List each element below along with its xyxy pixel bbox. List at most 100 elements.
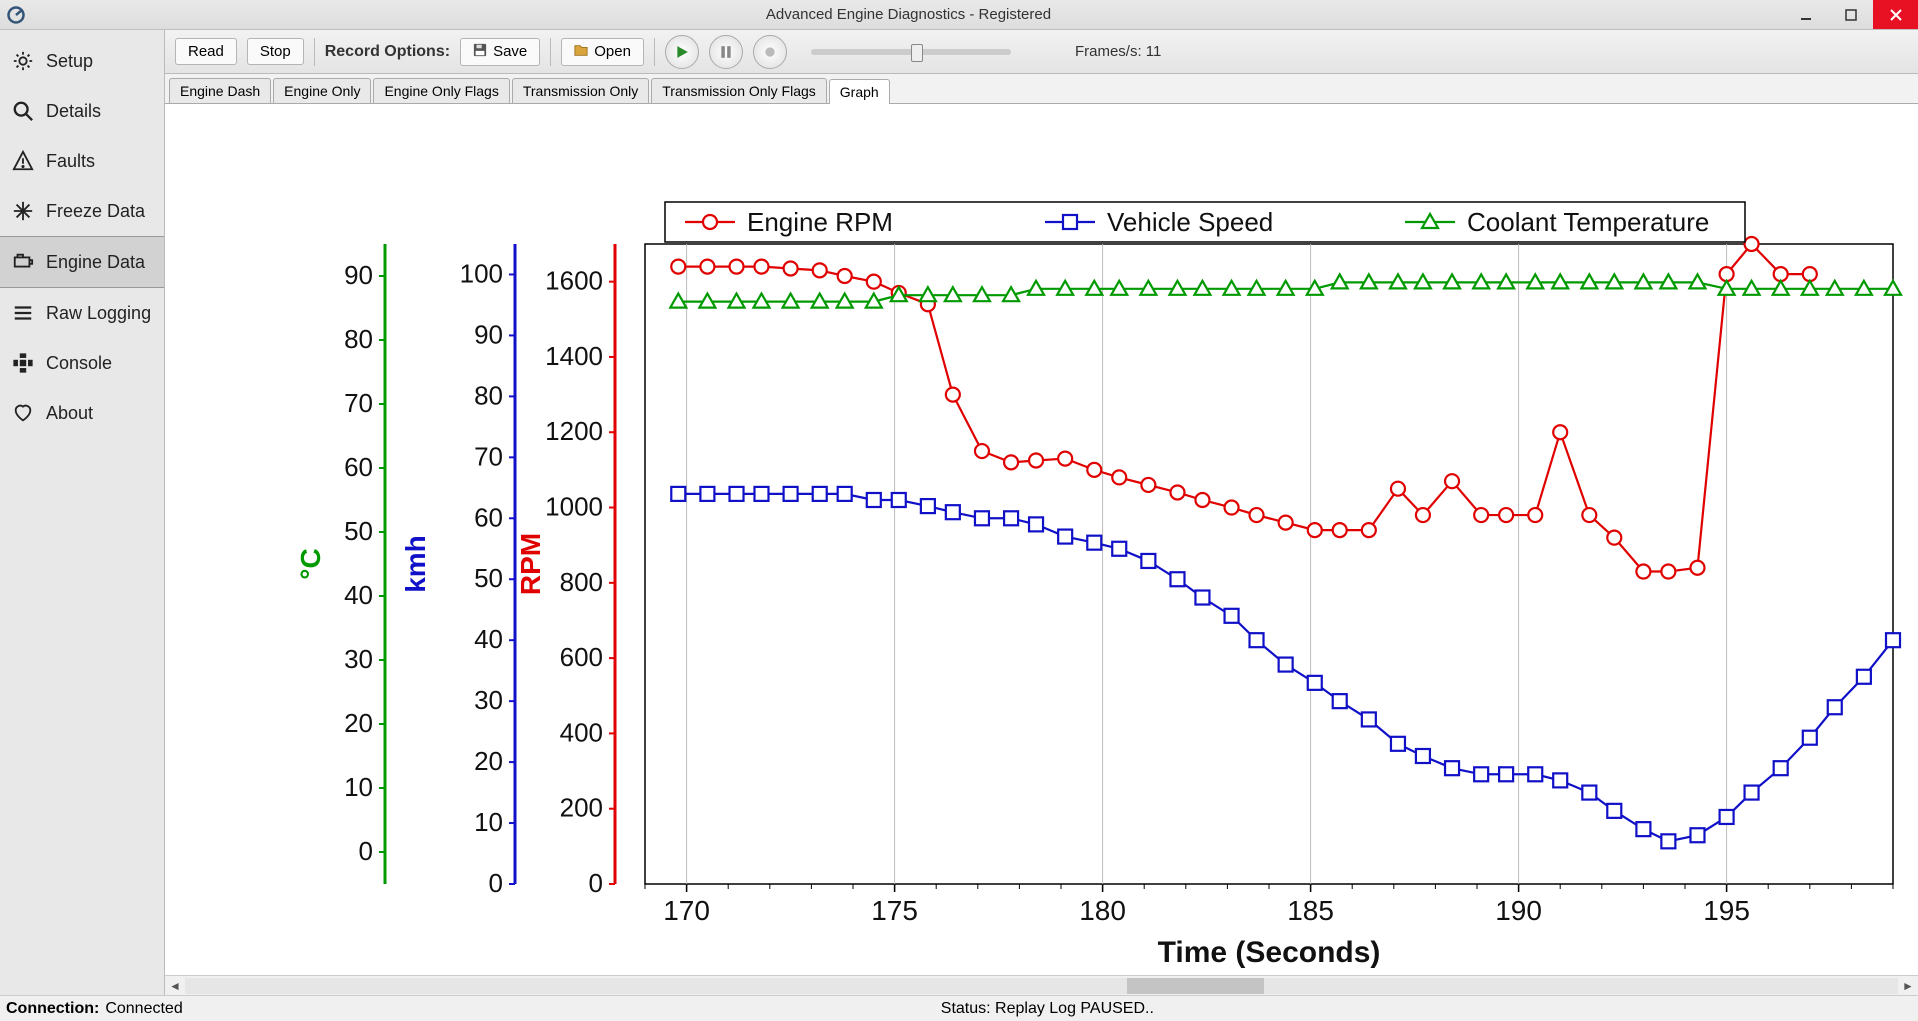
raw-logging-icon	[12, 302, 34, 324]
open-button[interactable]: Open	[561, 38, 644, 66]
scroll-right-icon[interactable]: ►	[1898, 979, 1918, 993]
svg-text:30: 30	[474, 685, 503, 715]
svg-text:°C: °C	[295, 548, 326, 579]
svg-text:Coolant Temperature: Coolant Temperature	[1467, 207, 1709, 237]
status-bar: Connection: Connected Status: Replay Log…	[0, 995, 1918, 1021]
separator	[550, 38, 551, 66]
scroll-thumb[interactable]	[1127, 978, 1264, 994]
svg-text:90: 90	[474, 319, 503, 349]
svg-text:90: 90	[344, 260, 373, 290]
sidebar-item-label: Faults	[46, 151, 95, 172]
tab-graph[interactable]: Graph	[829, 79, 890, 104]
sidebar-item-engine-data[interactable]: Engine Data	[0, 236, 164, 288]
svg-text:70: 70	[344, 388, 373, 418]
save-button-label: Save	[493, 43, 527, 60]
sidebar-item-details[interactable]: Details	[0, 86, 164, 136]
svg-text:60: 60	[474, 502, 503, 532]
separator	[654, 38, 655, 66]
svg-text:20: 20	[474, 746, 503, 776]
tab-row: Engine DashEngine OnlyEngine Only FlagsT…	[165, 74, 1918, 104]
svg-text:185: 185	[1287, 895, 1334, 926]
setup-icon	[12, 50, 34, 72]
separator	[314, 38, 315, 66]
play-button[interactable]	[665, 35, 699, 69]
tab-transmission-only-flags[interactable]: Transmission Only Flags	[651, 78, 827, 103]
svg-text:0: 0	[589, 868, 603, 898]
speed-slider[interactable]	[811, 49, 1011, 55]
svg-text:Time (Seconds): Time (Seconds)	[1158, 936, 1381, 969]
tab-transmission-only[interactable]: Transmission Only	[512, 78, 649, 103]
svg-text:40: 40	[344, 580, 373, 610]
horizontal-scrollbar[interactable]: ◄ ►	[165, 975, 1918, 995]
sidebar-item-about[interactable]: About	[0, 388, 164, 438]
minimize-button[interactable]	[1783, 0, 1828, 29]
svg-text:Engine RPM: Engine RPM	[747, 207, 893, 237]
sidebar-item-faults[interactable]: Faults	[0, 136, 164, 186]
scroll-track[interactable]	[185, 978, 1898, 994]
sidebar-item-freeze-data[interactable]: Freeze Data	[0, 186, 164, 236]
svg-text:175: 175	[871, 895, 918, 926]
sidebar-item-raw-logging[interactable]: Raw Logging	[0, 288, 164, 338]
svg-text:50: 50	[474, 563, 503, 593]
sidebar-item-label: Setup	[46, 51, 93, 72]
svg-text:1400: 1400	[545, 341, 603, 371]
about-icon	[12, 402, 34, 424]
sidebar-item-label: Details	[46, 101, 101, 122]
tab-engine-dash[interactable]: Engine Dash	[169, 78, 271, 103]
sidebar-item-setup[interactable]: Setup	[0, 36, 164, 86]
save-button[interactable]: Save	[460, 38, 540, 66]
scroll-left-icon[interactable]: ◄	[165, 979, 185, 993]
svg-text:10: 10	[474, 807, 503, 837]
svg-text:800: 800	[560, 567, 603, 597]
svg-text:70: 70	[474, 441, 503, 471]
svg-text:80: 80	[474, 380, 503, 410]
svg-text:0: 0	[359, 836, 373, 866]
svg-text:0: 0	[489, 868, 503, 898]
record-stop-button[interactable]	[753, 35, 787, 69]
svg-text:60: 60	[344, 452, 373, 482]
console-icon	[12, 352, 34, 374]
svg-text:40: 40	[474, 624, 503, 654]
svg-text:195: 195	[1703, 895, 1750, 926]
svg-text:180: 180	[1079, 895, 1126, 926]
svg-text:30: 30	[344, 644, 373, 674]
sidebar-item-console[interactable]: Console	[0, 338, 164, 388]
svg-text:200: 200	[560, 793, 603, 823]
svg-text:170: 170	[663, 895, 710, 926]
close-button[interactable]	[1873, 0, 1918, 29]
freeze-data-icon	[12, 200, 34, 222]
sidebar-item-label: Engine Data	[46, 252, 145, 273]
engine-data-icon	[12, 251, 34, 273]
sidebar-item-label: Freeze Data	[46, 201, 145, 222]
svg-text:Vehicle Speed: Vehicle Speed	[1107, 207, 1273, 237]
status-text: Status: Replay Log PAUSED..	[183, 1000, 1912, 1018]
svg-text:80: 80	[344, 324, 373, 354]
svg-text:RPM: RPM	[515, 533, 546, 595]
maximize-button[interactable]	[1828, 0, 1873, 29]
svg-text:600: 600	[560, 642, 603, 672]
svg-text:20: 20	[344, 708, 373, 738]
faults-icon	[12, 150, 34, 172]
tab-engine-only[interactable]: Engine Only	[273, 78, 371, 103]
toolbar: Read Stop Record Options: Save Open Fram…	[165, 30, 1918, 74]
save-icon	[473, 43, 487, 61]
title-bar: Advanced Engine Diagnostics - Registered	[0, 0, 1918, 30]
svg-text:190: 190	[1495, 895, 1542, 926]
stop-button[interactable]: Stop	[247, 38, 304, 65]
tab-engine-only-flags[interactable]: Engine Only Flags	[373, 78, 509, 103]
connection-value: Connected	[105, 1000, 182, 1018]
main-panel: Read Stop Record Options: Save Open Fram…	[165, 30, 1918, 995]
connection-label: Connection:	[6, 1000, 99, 1018]
sidebar-item-label: Raw Logging	[46, 303, 151, 324]
read-button[interactable]: Read	[175, 38, 237, 65]
svg-text:1200: 1200	[545, 416, 603, 446]
details-icon	[12, 100, 34, 122]
pause-button[interactable]	[709, 35, 743, 69]
svg-text:400: 400	[560, 717, 603, 747]
app-icon	[6, 5, 26, 25]
svg-text:kmh: kmh	[400, 535, 431, 593]
open-icon	[574, 43, 588, 61]
svg-text:1000: 1000	[545, 492, 603, 522]
slider-knob[interactable]	[911, 44, 923, 62]
window-title: Advanced Engine Diagnostics - Registered	[34, 6, 1783, 23]
